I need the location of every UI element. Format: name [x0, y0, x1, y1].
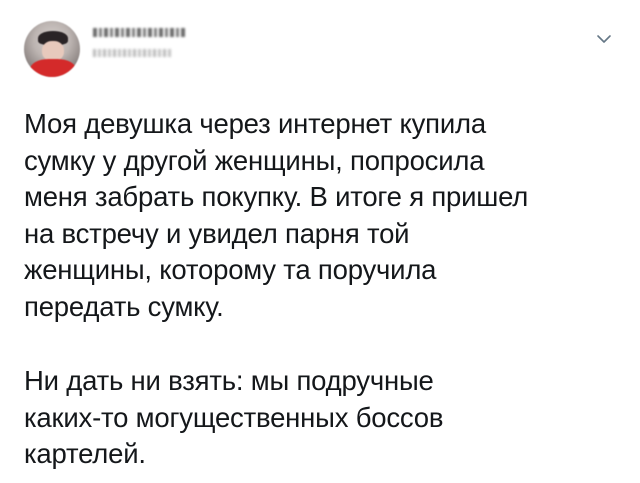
tweet-card: Моя девушка через интернет купила сумку … — [0, 0, 640, 483]
user-avatar-icon[interactable] — [24, 21, 80, 77]
chevron-down-icon[interactable] — [594, 29, 614, 49]
tweet-text-paragraph-2: Ни дать ни взять: мы подручные каких-то … — [24, 365, 444, 469]
avatar-shirt — [30, 59, 76, 77]
tweet-text-paragraph-1: Моя девушка через интернет купила сумку … — [24, 108, 529, 322]
author-name-blurred[interactable] — [93, 28, 185, 37]
avatar-face — [42, 41, 64, 61]
author-handle-blurred[interactable] — [93, 49, 171, 57]
